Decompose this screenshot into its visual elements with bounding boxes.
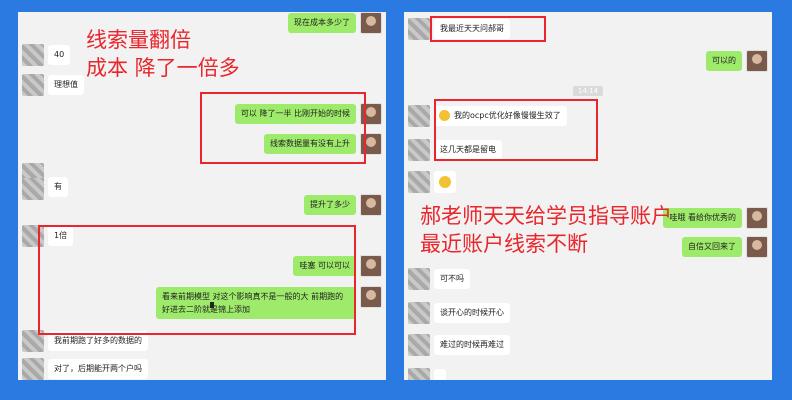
message-bubble-outgoing: 自信又回来了 — [682, 237, 742, 257]
message-bubble-incoming: 这几天都是留电 — [434, 140, 502, 160]
message-bubble-outgoing: 可以 降了一半 比刚开始的时候 — [234, 104, 356, 124]
cursor-icon — [210, 302, 214, 308]
annotation-title: 线索量翻倍 — [86, 28, 191, 52]
message-bubble-outgoing: 哇哦 看给你优秀的 — [663, 208, 742, 228]
student-avatar[interactable] — [408, 18, 430, 40]
chat-panel-right: 我最近天天问郝哥 可以的 14:14 我的ocpc优化好像慢慢生效了 这几天都是… — [404, 12, 772, 380]
message-bubble-outgoing: 哇塞 可以可以 — [293, 256, 356, 276]
smiley-icon — [439, 110, 450, 121]
message-bubble-incoming: 理想值 — [48, 75, 84, 95]
message-bubble-outgoing: 线索数据量有没有上升 — [264, 134, 356, 154]
student-avatar[interactable] — [408, 105, 430, 127]
chat-row: 线索数据量有没有上升 — [18, 133, 386, 157]
annotation-subtitle: 成本 降了一倍多 — [86, 56, 240, 80]
teacher-avatar[interactable] — [746, 236, 768, 258]
sticker-message — [434, 171, 456, 193]
chat-row: 对了，后期能开两个户吗 — [18, 358, 386, 380]
chat-row: 提升了多少 — [18, 194, 386, 218]
student-avatar[interactable] — [408, 139, 430, 161]
chat-row: 谈开心的时候开心 — [404, 302, 772, 326]
chat-row: 我前期跑了好多的数据的 — [18, 330, 386, 354]
chat-row: 这几天都是留电 — [404, 139, 772, 163]
message-bubble-incoming — [434, 369, 446, 380]
chat-row: 难过的时候再难过 — [404, 334, 772, 358]
message-bubble-outgoing: 现在成本多少了 — [288, 13, 356, 33]
message-bubble-incoming: 难过的时候再难过 — [434, 335, 510, 355]
message-bubble-outgoing: 可以的 — [706, 51, 742, 71]
chat-row: 现在成本多少了 — [18, 12, 386, 36]
teacher-avatar[interactable] — [360, 133, 382, 155]
chat-row: 可以的 — [404, 50, 772, 74]
message-bubble-incoming: 1倍 — [48, 226, 74, 246]
student-avatar[interactable] — [408, 171, 430, 193]
smiley-sticker-icon — [439, 176, 451, 188]
student-avatar[interactable] — [408, 368, 430, 380]
message-bubble-outgoing: 提升了多少 — [304, 195, 356, 215]
chat-row: 看来前期模型 对这个影响真不是一般的大 前期跑的好进去二阶就是锦上添加 — [18, 286, 386, 322]
student-avatar[interactable] — [408, 334, 430, 356]
chat-row: 我的ocpc优化好像慢慢生效了 — [404, 105, 772, 129]
teacher-avatar[interactable] — [360, 194, 382, 216]
message-bubble-incoming: 我前期跑了好多的数据的 — [48, 331, 148, 351]
chat-row — [404, 368, 772, 380]
message-bubble-incoming: 40 — [48, 45, 71, 65]
teacher-avatar[interactable] — [746, 50, 768, 72]
annotation-title: 郝老师天天给学员指导账户 — [420, 204, 672, 228]
student-avatar[interactable] — [22, 225, 44, 247]
message-bubble-outgoing: 看来前期模型 对这个影响真不是一般的大 前期跑的好进去二阶就是锦上添加 — [156, 287, 356, 319]
student-avatar[interactable] — [22, 74, 44, 96]
chat-row: 可不吗 — [404, 268, 772, 292]
student-avatar[interactable] — [408, 268, 430, 290]
message-bubble-incoming: 可不吗 — [434, 269, 470, 289]
chat-panel-left: 现在成本多少了 40 理想值 可以 降了一半 比刚开始的时候 线索数据量有没有上… — [18, 12, 386, 380]
message-text: 我的ocpc优化好像慢慢生效了 — [454, 111, 561, 120]
teacher-avatar[interactable] — [360, 286, 382, 308]
chat-row: 1倍 — [18, 225, 386, 249]
student-avatar[interactable] — [408, 302, 430, 324]
annotation-subtitle: 最近账户线索不断 — [420, 232, 588, 256]
message-bubble-incoming: 谈开心的时候开心 — [434, 303, 510, 323]
teacher-avatar[interactable] — [360, 103, 382, 125]
chat-timestamp: 14:14 — [572, 86, 604, 96]
message-bubble-incoming: 对了，后期能开两个户吗 — [48, 359, 148, 379]
teacher-avatar[interactable] — [746, 207, 768, 229]
message-bubble-incoming: 我的ocpc优化好像慢慢生效了 — [434, 106, 567, 126]
student-avatar[interactable] — [22, 330, 44, 352]
teacher-avatar[interactable] — [360, 255, 382, 277]
chat-row: 哇塞 可以可以 — [18, 255, 386, 279]
chat-row: 我最近天天问郝哥 — [404, 18, 772, 42]
chat-row: 可以 降了一半 比刚开始的时候 — [18, 103, 386, 127]
message-bubble-incoming: 我最近天天问郝哥 — [434, 19, 510, 39]
student-avatar[interactable] — [22, 358, 44, 380]
teacher-avatar[interactable] — [360, 12, 382, 34]
student-avatar[interactable] — [22, 44, 44, 66]
chat-row — [404, 171, 772, 195]
